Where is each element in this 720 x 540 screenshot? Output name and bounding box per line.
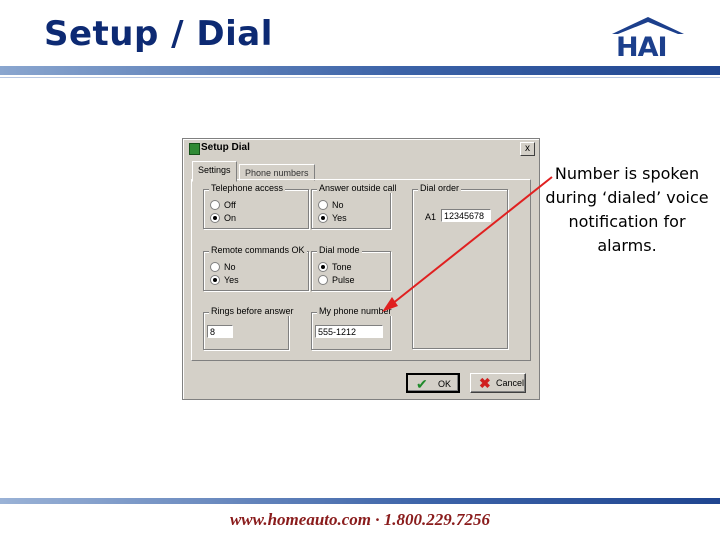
radio-label: No <box>224 262 236 272</box>
dial-mode-pulse-radio[interactable]: Pulse <box>318 274 418 286</box>
rings-before-answer-group: Rings before answer 8 <box>203 306 296 350</box>
app-icon <box>189 143 200 155</box>
dial-order-a1-field[interactable]: 12345678 <box>441 209 491 222</box>
group-label: Answer outside call <box>317 183 399 193</box>
my-phone-number-field[interactable]: 555-1212 <box>315 325 383 338</box>
radio-dot <box>318 275 328 285</box>
hai-logo: HAI <box>608 14 690 63</box>
callout-text: Number is spoken during ‘dialed’ voice n… <box>545 164 709 255</box>
radio-dot <box>318 200 328 210</box>
group-label: Telephone access <box>209 183 286 193</box>
tab-settings[interactable]: Settings <box>192 161 237 182</box>
radio-label: Off <box>224 200 236 210</box>
group-label: Dial mode <box>317 245 362 255</box>
radio-label: Yes <box>224 275 239 285</box>
logo-text: HAI <box>616 32 668 63</box>
group-label: Rings before answer <box>209 306 296 316</box>
ok-button[interactable]: ✔ OK <box>406 373 460 393</box>
radio-label: On <box>224 213 237 223</box>
radio-dot <box>318 262 328 272</box>
dial-order-group: Dial order A1 12345678 <box>412 183 508 349</box>
dial-mode-group: Dial mode Tone Pulse <box>311 245 391 291</box>
remote-commands-ok-group: Remote commands OK No Yes <box>203 245 310 291</box>
close-button[interactable]: x <box>520 142 535 156</box>
dial-mode-tone-radio[interactable]: Tone <box>318 261 418 273</box>
dialog-titlebar[interactable]: Setup Dial x <box>185 141 537 157</box>
answer-outside-call-yes-radio[interactable]: Yes <box>318 212 418 224</box>
answer-outside-call-no-radio[interactable]: No <box>318 199 418 211</box>
telephone-access-group: Telephone access Off On <box>203 183 310 229</box>
telephone-access-on-radio[interactable]: On <box>210 212 310 224</box>
radio-label: Pulse <box>332 275 355 285</box>
answer-outside-call-group: Answer outside call No Yes <box>311 183 399 229</box>
radio-label: Tone <box>332 262 352 272</box>
remote-commands-yes-radio[interactable]: Yes <box>210 274 310 286</box>
header-rule <box>0 66 720 75</box>
header-rule-thin <box>0 77 720 78</box>
my-phone-number-group: My phone number 555-1212 <box>311 306 394 350</box>
radio-dot <box>318 213 328 223</box>
dial-order-a1-label: A1 <box>425 212 437 222</box>
dialog-title: Setup Dial <box>201 142 250 153</box>
cancel-button[interactable]: ✖ Cancel <box>470 373 526 393</box>
footer-rule <box>0 498 720 504</box>
ok-label: OK <box>438 379 452 389</box>
group-label: Remote commands OK <box>209 245 307 255</box>
cancel-label: Cancel <box>496 378 525 388</box>
footer-contact: www.homeauto.com · 1.800.229.7256 <box>229 510 491 529</box>
group-label: Dial order <box>418 183 462 193</box>
setup-dial-dialog: Setup Dial x Settings Phone numbers Tele… <box>182 138 540 400</box>
radio-dot <box>210 213 220 223</box>
telephone-access-off-radio[interactable]: Off <box>210 199 310 211</box>
checkmark-icon: ✔ <box>416 376 428 392</box>
x-icon: ✖ <box>479 375 491 391</box>
radio-dot <box>210 275 220 285</box>
rings-before-answer-field[interactable]: 8 <box>207 325 233 338</box>
radio-label: No <box>332 200 344 210</box>
settings-panel: Telephone access Off On Answer outside c… <box>191 179 531 361</box>
group-label: My phone number <box>317 306 394 316</box>
remote-commands-no-radio[interactable]: No <box>210 261 310 273</box>
radio-dot <box>210 200 220 210</box>
radio-dot <box>210 262 220 272</box>
radio-label: Yes <box>332 213 347 223</box>
slide-title: Setup / Dial <box>44 14 273 54</box>
